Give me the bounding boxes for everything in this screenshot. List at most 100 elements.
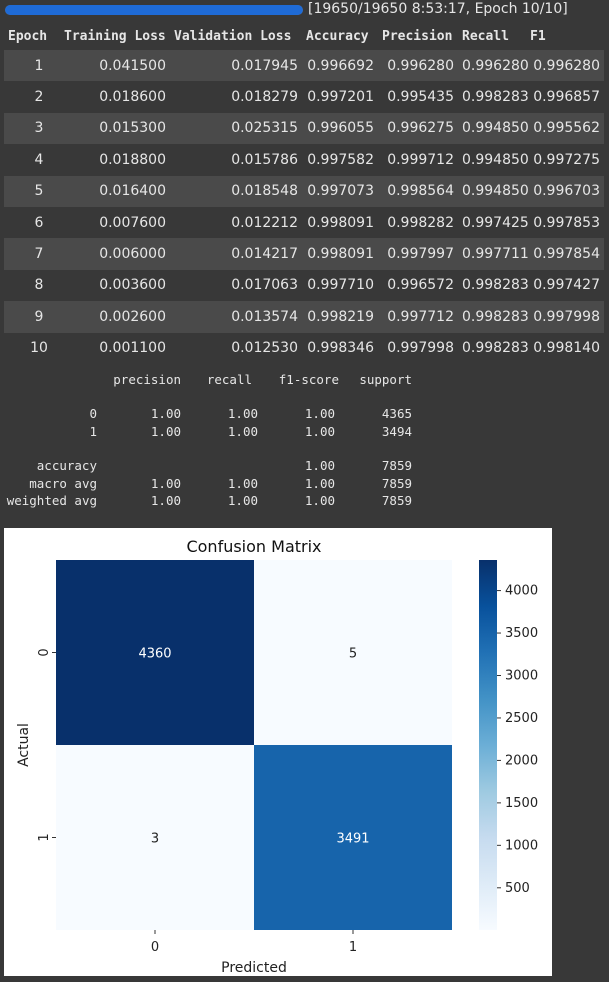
table-row: 6 0.007600 0.012212 0.998091 0.998282 0.99742…	[4, 207, 604, 238]
colorbar-tick-label: 500	[505, 881, 530, 896]
report-row-label: 1	[89, 424, 97, 439]
report-row-label: macro avg	[29, 476, 97, 491]
report-cell-f1: 1.00	[304, 476, 335, 491]
cell-validation-loss: 0.012530	[231, 340, 298, 357]
header-accuracy: Accuracy	[306, 28, 369, 44]
cell-training-loss: 0.003600	[99, 277, 166, 294]
progress-bar	[5, 5, 303, 15]
training-progress: [19650/19650 8:53:17, Epoch 10/10]	[0, 0, 609, 20]
cell-recall: 0.998283	[462, 308, 529, 325]
y-axis-label: Actual	[16, 723, 32, 767]
cell-recall: 0.994850	[462, 151, 529, 168]
cell-epoch: 8	[34, 277, 44, 294]
report-cell-precision: 1.00	[150, 406, 181, 421]
report-row-label: 0	[89, 406, 97, 421]
cell-f1: 0.997427	[533, 277, 600, 294]
cell-f1: 0.997853	[533, 214, 600, 231]
cell-recall: 0.998283	[462, 277, 529, 294]
report-cell-precision: 1.00	[150, 493, 181, 508]
report-cell-support: 7859	[381, 476, 412, 491]
header-precision: Precision	[382, 28, 453, 44]
table-row: 4 0.018800 0.015786 0.997582 0.999712 0.99485…	[4, 144, 604, 175]
colorbar-tick-label: 3000	[505, 668, 538, 683]
report-cell-recall: 1.00	[227, 493, 258, 508]
x-tick-label: 1	[349, 940, 357, 955]
progress-fill	[5, 5, 303, 15]
report-header-recall: recall	[206, 372, 252, 387]
cell-validation-loss: 0.012212	[231, 214, 298, 231]
report-cell-support: 7859	[381, 458, 412, 473]
cell-training-loss: 0.018800	[99, 151, 166, 168]
cell-recall: 0.998283	[462, 340, 529, 357]
cell-epoch: 1	[34, 57, 44, 74]
heatmap-cell-label: 3491	[336, 832, 369, 847]
cell-accuracy: 0.996055	[307, 120, 374, 137]
table-row: 8 0.003600 0.017063 0.997710 0.996572 0.99828…	[4, 270, 604, 301]
cell-precision: 0.997712	[387, 308, 454, 325]
cell-validation-loss: 0.025315	[231, 120, 298, 137]
report-header-support: support	[359, 372, 412, 387]
report-cell-f1: 1.00	[304, 493, 335, 508]
progress-text: [19650/19650 8:53:17, Epoch 10/10]	[308, 1, 568, 17]
cell-precision: 0.998282	[387, 214, 454, 231]
cell-training-loss: 0.002600	[99, 308, 166, 325]
report-header-f1-score: f1-score	[278, 372, 339, 387]
x-axis-label: Predicted	[221, 960, 287, 976]
cell-accuracy: 0.998091	[307, 246, 374, 263]
cell-training-loss: 0.016400	[99, 183, 166, 200]
header-epoch: Epoch	[8, 28, 48, 44]
table-row: 9 0.002600 0.013574 0.998219 0.997712 0.99828…	[4, 301, 604, 333]
cell-recall: 0.994850	[462, 183, 529, 200]
cell-recall: 0.996280	[462, 57, 529, 74]
cell-recall: 0.998283	[462, 89, 529, 106]
table-row: 7 0.006000 0.014217 0.998091 0.997997 0.99771…	[4, 238, 604, 270]
colorbar-tick-label: 2500	[505, 711, 538, 726]
cell-recall: 0.997711	[462, 246, 529, 263]
table-row: 10 0.001100 0.012530 0.998346 0.997998 0.9982…	[4, 333, 604, 364]
cell-epoch: 4	[34, 151, 44, 168]
cell-precision: 0.999712	[387, 151, 454, 168]
chart-title: Confusion Matrix	[186, 537, 321, 556]
colorbar-tick-label: 1000	[505, 838, 538, 853]
cell-f1: 0.997998	[533, 308, 600, 325]
report-cell-f1: 1.00	[304, 458, 335, 473]
report-cell-support: 7859	[381, 493, 412, 508]
cell-validation-loss: 0.014217	[231, 246, 298, 263]
cell-training-loss: 0.006000	[99, 246, 166, 263]
cell-training-loss: 0.041500	[99, 57, 166, 74]
cell-validation-loss: 0.018548	[231, 183, 298, 200]
header-validation-loss: Validation Loss	[174, 28, 292, 44]
classification-report: precision recall f1-score support 0 1.00 1.00 1…	[4, 372, 444, 517]
colorbar	[479, 560, 497, 930]
table-header-row: Epoch Training Loss Validation Loss Accu…	[4, 22, 604, 50]
colorbar-tick-label: 1500	[505, 796, 538, 811]
colorbar-tick-label: 3500	[505, 626, 538, 641]
table-row: 3 0.015300 0.025315 0.996055 0.996275 0.99485…	[4, 112, 604, 145]
cell-f1: 0.996857	[533, 89, 600, 106]
training-metrics-table: Epoch Training Loss Validation Loss Accu…	[4, 22, 604, 364]
cell-validation-loss: 0.017063	[231, 277, 298, 294]
confusion-matrix-figure: Confusion Matrix 4360 5 3 3491 0 1 Predicted 0 1 A…	[4, 528, 552, 976]
cell-accuracy: 0.998346	[307, 340, 374, 357]
cell-f1: 0.997854	[533, 246, 600, 263]
cell-f1: 0.995562	[533, 120, 600, 137]
cell-training-loss: 0.018600	[99, 89, 166, 106]
cell-precision: 0.997998	[387, 340, 454, 357]
table-row: 2 0.018600 0.018279 0.997201 0.995435 0.99828…	[4, 81, 604, 112]
cell-precision: 0.997997	[387, 246, 454, 263]
cell-epoch: 6	[34, 214, 44, 231]
table-row: 5 0.016400 0.018548 0.997073 0.998564 0.99485…	[4, 175, 604, 207]
report-cell-f1: 1.00	[304, 406, 335, 421]
header-training-loss: Training Loss	[64, 28, 166, 44]
cell-accuracy: 0.998091	[307, 214, 374, 231]
cell-accuracy: 0.997201	[307, 89, 374, 106]
cell-precision: 0.995435	[387, 89, 454, 106]
cell-accuracy: 0.996692	[307, 57, 374, 74]
report-row-label: accuracy	[36, 458, 97, 473]
cell-f1: 0.996703	[533, 183, 600, 200]
colorbar-tick-label: 4000	[505, 584, 538, 599]
cell-precision: 0.996275	[387, 120, 454, 137]
cell-validation-loss: 0.013574	[231, 308, 298, 325]
cell-epoch: 10	[30, 340, 48, 357]
cell-training-loss: 0.007600	[99, 214, 166, 231]
